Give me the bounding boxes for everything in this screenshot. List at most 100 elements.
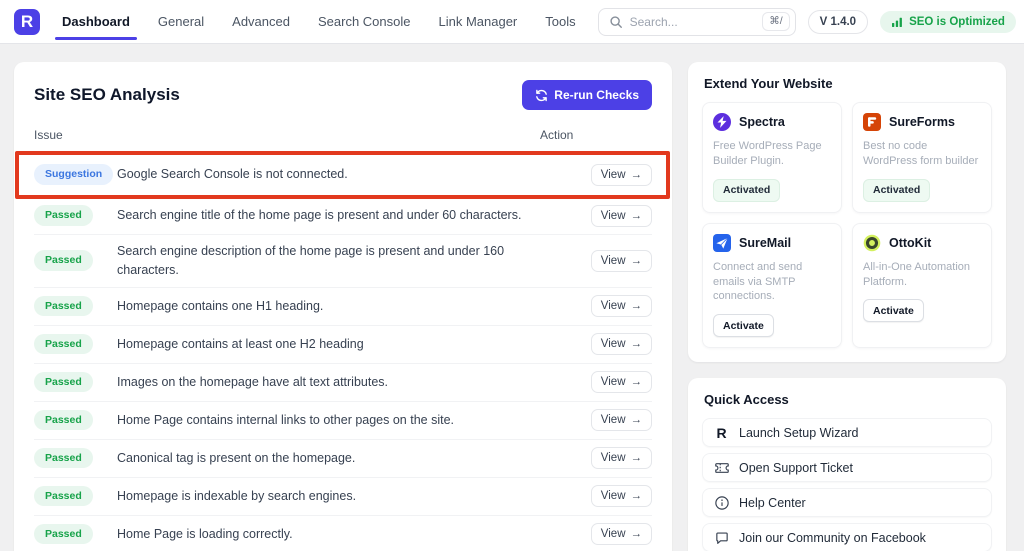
view-button[interactable]: View → — [590, 163, 652, 186]
view-button[interactable]: View → — [590, 333, 652, 355]
badge-cell: Suggestion — [34, 164, 117, 185]
refresh-icon — [535, 89, 548, 102]
badge-cell: Passed — [34, 371, 117, 393]
ottokit-icon — [863, 234, 881, 252]
arrow-right-icon: → — [630, 168, 643, 181]
view-button[interactable]: View → — [590, 523, 652, 545]
rerun-checks-label: Re-run Checks — [554, 88, 639, 102]
badge-cell: Passed — [34, 447, 117, 469]
action-cell: View → — [556, 523, 652, 545]
view-label: View — [600, 300, 626, 312]
action-cell: View → — [556, 333, 652, 355]
action-cell: View → — [556, 409, 652, 431]
plugin-name: Spectra — [739, 115, 785, 129]
issue-column-header: Issue — [34, 128, 63, 142]
seo-status-badge: SEO is Optimized — [880, 10, 1016, 33]
arrow-right-icon: → — [630, 452, 643, 464]
badge-cell: Passed — [34, 333, 117, 355]
view-button[interactable]: View → — [590, 204, 652, 227]
page-title: Site SEO Analysis — [34, 85, 180, 104]
quick-access-list: R Launch Setup Wizard Open Support Ticket H… — [702, 418, 992, 551]
quick-access-label: Help Center — [739, 495, 806, 510]
issue-text: Google Search Console is not connected. — [117, 167, 348, 182]
search-input[interactable] — [629, 14, 756, 29]
quick-access-item-help-center[interactable]: Help Center — [702, 488, 992, 518]
right-sidebar: Extend Your Website Spectra Free WordPres… — [688, 62, 1006, 551]
view-label: View — [600, 168, 626, 181]
issue-text: Homepage contains one H1 heading. — [117, 298, 324, 313]
activate-button[interactable]: Activate — [863, 299, 924, 323]
action-column-header: Action — [540, 128, 574, 142]
nav-item-general[interactable]: General — [158, 0, 204, 43]
quick-access-label: Launch Setup Wizard — [739, 425, 859, 440]
nav-item-link-manager[interactable]: Link Manager — [438, 0, 517, 43]
view-button[interactable]: View → — [590, 295, 652, 317]
suremail-icon — [713, 233, 731, 252]
action-cell: View → — [556, 447, 652, 469]
status-badge: Passed — [34, 333, 93, 355]
status-badge: Passed — [34, 485, 93, 507]
view-label: View — [600, 414, 626, 426]
quick-access-title: Quick Access — [704, 392, 789, 408]
table-header: Issue Action — [34, 122, 652, 153]
issue-text: Search engine description of the home pa… — [117, 244, 505, 277]
main-nav: Dashboard General Advanced Search Console Li… — [55, 0, 576, 43]
view-button[interactable]: View → — [590, 371, 652, 393]
arrow-right-icon: → — [630, 209, 643, 222]
status-badge: Passed — [34, 205, 93, 226]
issue-table: Suggestion Google Search Console is not c… — [15, 151, 670, 551]
plugin-description: Best no code WordPress form builder — [863, 140, 979, 167]
quick-access-item-open-support-ticket[interactable]: Open Support Ticket — [702, 453, 992, 483]
rerun-checks-button[interactable]: Re-run Checks — [522, 80, 652, 110]
action-cell: View → — [556, 249, 652, 272]
view-button[interactable]: View → — [590, 409, 652, 431]
issue-row: Passed Homepage contains at least one H2 … — [34, 326, 652, 364]
view-button[interactable]: View → — [590, 249, 652, 272]
view-button[interactable]: View → — [590, 485, 652, 507]
arrow-right-icon: → — [630, 528, 643, 540]
quick-access-item-join-our-community-on-facebook[interactable]: Join our Community on Facebook — [702, 523, 992, 551]
top-bar: R Dashboard General Advanced Search Console… — [0, 0, 1024, 44]
plugin-card-suremail: SureMail Connect and send emails via SMTP… — [702, 222, 842, 349]
nav-item-advanced[interactable]: Advanced — [232, 0, 290, 43]
issue-text: Homepage is indexable by search engines. — [117, 488, 357, 503]
activate-button[interactable]: Activate — [713, 314, 774, 338]
issue-text: Home Page contains internal links to oth… — [117, 412, 455, 427]
view-label: View — [600, 209, 626, 222]
status-badge: Suggestion — [34, 164, 114, 185]
badge-cell: Passed — [34, 205, 117, 226]
bar-chart-icon — [891, 16, 903, 28]
plugin-card-spectra: Spectra Free WordPress Page Builder Plugi… — [702, 102, 842, 213]
nav-item-tools[interactable]: Tools — [545, 0, 575, 43]
sureforms-icon — [863, 113, 881, 131]
plugin-name: SureMail — [739, 235, 792, 250]
action-cell: View → — [556, 295, 652, 317]
badge-cell: Passed — [34, 250, 117, 272]
extend-website-card: Extend Your Website Spectra Free WordPres… — [688, 62, 1006, 363]
nav-item-search-console[interactable]: Search Console — [318, 0, 411, 43]
view-button[interactable]: View → — [590, 447, 652, 469]
badge-cell: Passed — [34, 295, 117, 317]
status-badge: Passed — [34, 523, 93, 545]
view-label: View — [600, 254, 626, 267]
activated-button[interactable]: Activated — [713, 178, 781, 202]
issue-row: Passed Search engine description of the h… — [34, 235, 652, 288]
issue-row: Passed Canonical tag is present on the ho… — [34, 440, 652, 478]
nav-item-dashboard[interactable]: Dashboard — [55, 0, 137, 43]
action-cell: View → — [556, 485, 652, 507]
view-label: View — [600, 490, 626, 502]
issue-text: Home Page is loading correctly. — [117, 526, 293, 541]
badge-cell: Passed — [34, 485, 117, 507]
status-badge: Passed — [34, 371, 93, 393]
arrow-right-icon: → — [630, 376, 643, 388]
action-cell: View → — [556, 371, 652, 393]
search-icon — [609, 15, 623, 29]
search-box[interactable]: ⌘/ — [597, 7, 796, 36]
activated-button[interactable]: Activated — [863, 178, 931, 202]
issue-row: Suggestion Google Search Console is not c… — [15, 151, 670, 199]
app-logo: R — [14, 8, 40, 35]
view-label: View — [600, 452, 626, 464]
quick-access-item-launch-setup-wizard[interactable]: R Launch Setup Wizard — [702, 418, 992, 448]
quick-access-label: Open Support Ticket — [739, 460, 853, 475]
quick-access-card: Quick Access R Launch Setup Wizard Open Su… — [688, 378, 1006, 551]
